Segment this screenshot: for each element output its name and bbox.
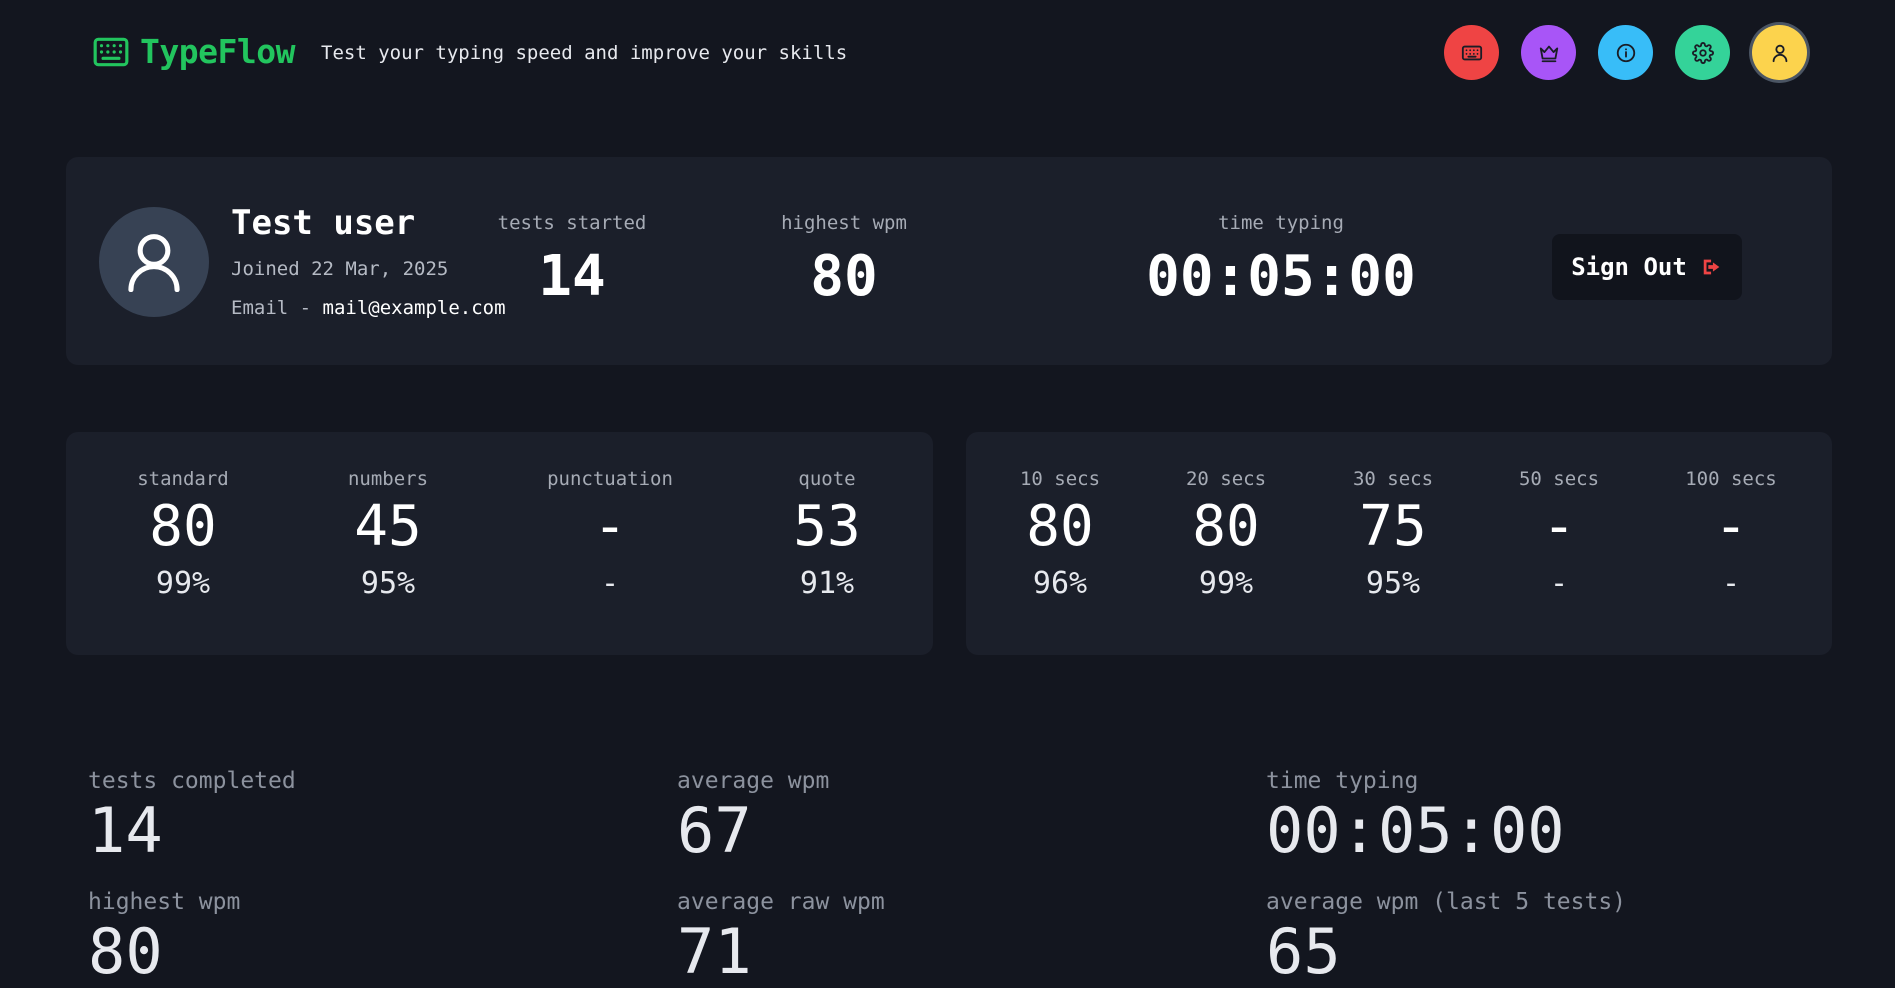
record-wpm: 80	[1192, 494, 1260, 559]
record-accuracy: 95%	[360, 566, 416, 601]
profile-card: Test user Joined 22 Mar, 2025 Email - ma…	[66, 157, 1832, 365]
record-label: 10 secs	[1019, 468, 1101, 490]
nav-keyboard-button[interactable]	[1444, 25, 1499, 80]
stat-label: tests started	[497, 212, 647, 234]
record-wpm: -	[1542, 494, 1576, 559]
mode-records-card: standard 80 99% numbers 45 95% punctuati…	[66, 432, 933, 655]
summary-tests-completed: tests completed 14	[88, 768, 296, 866]
stat-label: time typing	[1218, 212, 1344, 234]
record-numbers: numbers 45 95%	[308, 468, 468, 601]
email-prefix: Email -	[231, 297, 323, 319]
record-30-secs: 30 secs 75 95%	[1313, 468, 1473, 601]
record-wpm: 53	[793, 494, 861, 559]
user-email: Email - mail@example.com	[231, 297, 506, 319]
stat-value: 14	[538, 244, 606, 309]
record-label: quote	[798, 468, 856, 490]
user-icon	[128, 234, 180, 292]
summary-highest-wpm: highest wpm 80	[88, 889, 240, 987]
joined-date: Joined 22 Mar, 2025	[231, 258, 449, 280]
stat-time-typing: time typing 00:05:00	[1131, 212, 1431, 309]
summary-label: tests completed	[88, 768, 296, 794]
tagline: Test your typing speed and improve your …	[321, 42, 848, 64]
record-standard: standard 80 99%	[103, 468, 263, 601]
record-accuracy: 99%	[1198, 566, 1254, 601]
record-100-secs: 100 secs - -	[1651, 468, 1811, 601]
summary-label: average wpm	[677, 768, 830, 794]
user-icon	[1772, 44, 1787, 62]
record-label: numbers	[347, 468, 429, 490]
sign-out-label: Sign Out	[1571, 253, 1687, 281]
record-wpm: -	[593, 494, 627, 559]
time-records-card: 10 secs 80 96% 20 secs 80 99% 30 secs 75…	[966, 432, 1832, 655]
record-wpm: -	[1714, 494, 1748, 559]
email-value: mail@example.com	[322, 297, 506, 319]
record-wpm: 80	[1026, 494, 1094, 559]
info-icon	[1616, 43, 1635, 62]
user-name: Test user	[231, 203, 416, 243]
summary-label: average wpm (last 5 tests)	[1266, 889, 1627, 915]
keyboard-icon	[1461, 45, 1482, 60]
stat-value: 00:05:00	[1146, 244, 1416, 309]
logo[interactable]: TypeFlow	[92, 32, 295, 71]
summary-time-typing: time typing 00:05:00	[1266, 768, 1565, 866]
stat-highest-wpm: highest wpm 80	[764, 212, 924, 309]
gear-icon	[1691, 41, 1714, 64]
record-label: standard	[137, 468, 229, 490]
record-accuracy: 95%	[1365, 566, 1421, 601]
top-bar: TypeFlow Test your typing speed and impr…	[0, 0, 1895, 106]
nav-leaderboard-button[interactable]	[1521, 25, 1576, 80]
record-punctuation: punctuation - -	[530, 468, 690, 601]
record-wpm: 45	[354, 494, 422, 559]
summary-label: average raw wpm	[677, 889, 885, 915]
record-label: 30 secs	[1352, 468, 1434, 490]
summary-average-raw-wpm: average raw wpm 71	[677, 889, 885, 987]
record-accuracy: 96%	[1032, 566, 1088, 601]
record-wpm: 80	[149, 494, 217, 559]
record-10-secs: 10 secs 80 96%	[980, 468, 1140, 601]
nav-about-button[interactable]	[1598, 25, 1653, 80]
record-accuracy: -	[600, 566, 620, 601]
avatar	[99, 207, 209, 317]
summary-average-wpm: average wpm 67	[677, 768, 829, 866]
summary-value: 67	[677, 794, 752, 867]
summary-label: time typing	[1266, 768, 1419, 794]
record-accuracy: -	[1549, 566, 1569, 601]
record-accuracy: -	[1721, 566, 1741, 601]
stat-label: highest wpm	[781, 212, 907, 234]
sign-out-icon	[1703, 259, 1720, 275]
summary-average-wpm-last-5: average wpm (last 5 tests) 65	[1266, 889, 1626, 987]
record-quote: quote 53 91%	[747, 468, 907, 601]
record-label: 50 secs	[1518, 468, 1600, 490]
record-20-secs: 20 secs 80 99%	[1146, 468, 1306, 601]
record-label: 20 secs	[1185, 468, 1267, 490]
stat-value: 80	[810, 244, 878, 309]
record-accuracy: 99%	[155, 566, 211, 601]
keyboard-icon	[93, 37, 129, 66]
crown-icon	[1539, 45, 1558, 62]
stat-tests-started: tests started 14	[492, 212, 652, 309]
record-label: punctuation	[547, 468, 673, 490]
summary-value: 00:05:00	[1266, 794, 1565, 867]
summary-value: 80	[88, 915, 163, 988]
record-50-secs: 50 secs - -	[1479, 468, 1639, 601]
summary-value: 71	[677, 915, 752, 988]
record-label: 100 secs	[1685, 468, 1777, 490]
summary-value: 65	[1266, 915, 1341, 988]
summary-label: highest wpm	[88, 889, 241, 915]
summary-value: 14	[88, 794, 163, 867]
record-accuracy: 91%	[799, 566, 855, 601]
sign-out-button[interactable]: Sign Out	[1552, 234, 1742, 300]
record-wpm: 75	[1359, 494, 1427, 559]
nav-account-button[interactable]	[1752, 25, 1807, 80]
nav-settings-button[interactable]	[1675, 25, 1730, 80]
app-name: TypeFlow	[140, 32, 295, 71]
